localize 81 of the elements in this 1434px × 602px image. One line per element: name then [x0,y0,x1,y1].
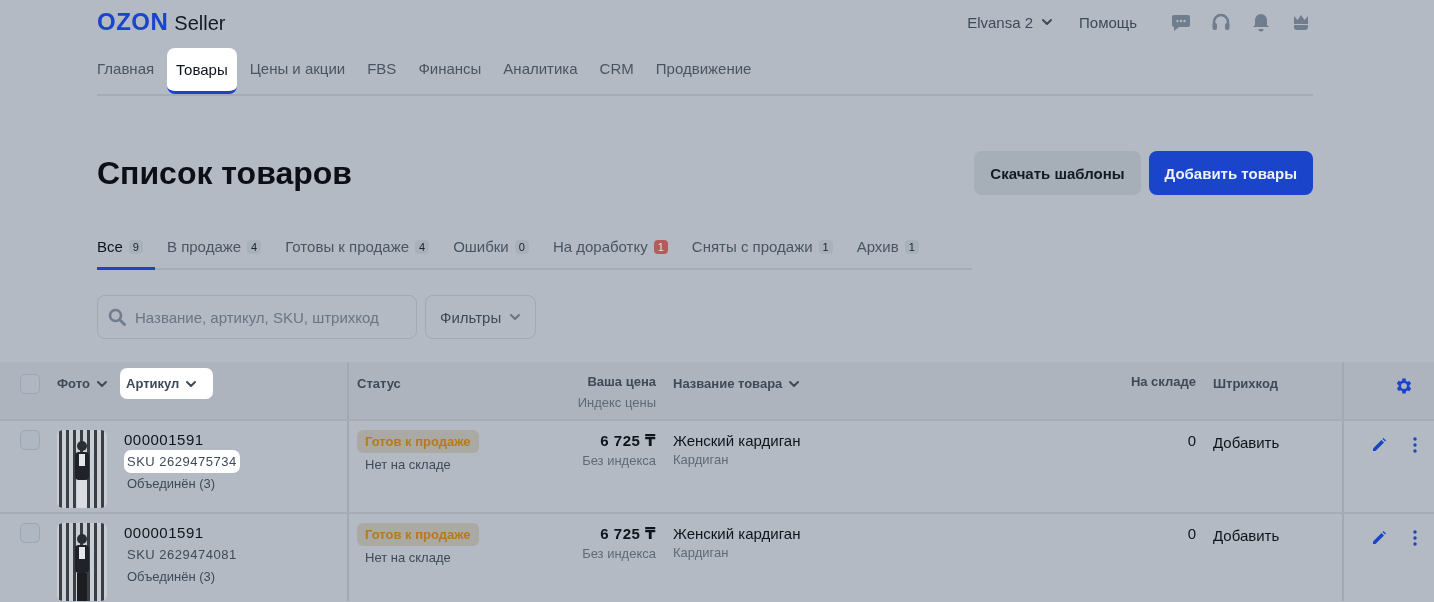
sku-text: SKU 2629475734 [124,450,240,473]
download-templates-button[interactable]: Скачать шаблоны [974,151,1141,195]
nav-tab[interactable]: Цены и акции [240,48,355,92]
nav-tab[interactable]: Товары [167,48,237,94]
stock-count: 0 [1187,525,1196,542]
help-link[interactable]: Помощь [1079,13,1137,31]
checkbox[interactable] [20,430,40,450]
status-tab[interactable]: Архив 1 [844,226,931,270]
add-barcode-link[interactable]: Добавить [1213,434,1280,451]
page-title: Список товаров [97,154,352,192]
status-badge: Готов к продаже [357,430,479,453]
checkbox[interactable] [20,523,40,543]
column-header[interactable]: Название товара [673,376,801,391]
pencil-icon[interactable] [1371,530,1387,546]
nav-tab[interactable]: Аналитика [494,48,587,92]
add-barcode-link[interactable]: Добавить [1213,527,1280,544]
stock-note: Нет на складе [364,550,452,565]
more-icon[interactable] [1413,530,1417,546]
column-header[interactable]: Артикул [120,368,214,399]
column-header: Статус [357,376,401,391]
status-tab[interactable]: Ошибки 0 [441,226,541,270]
chevron-down-icon [1041,16,1054,28]
pencil-icon[interactable] [1371,437,1387,453]
status-badge: Готов к продаже [357,523,479,546]
count-badge: 4 [247,239,262,254]
merged-link[interactable]: Объединён (3) [124,569,347,584]
tab-label: На доработку [552,238,648,255]
nav-tab[interactable]: CRM [590,48,643,92]
status-tab[interactable]: Сняты с продажи 1 [679,226,845,270]
column-header: Штрихкод [1213,376,1278,391]
sku-text: SKU 2629474081 [126,546,238,564]
tab-label: Сняты с продажи [691,238,813,255]
tab-label: В продаже [167,238,242,255]
logo-suffix: Seller [174,12,226,35]
price-index: Без индекса [582,546,656,561]
article-number: 000001591 [124,431,205,448]
product-name[interactable]: Женский кардиган [673,525,1130,542]
column-header[interactable]: Фото [57,376,108,391]
product-name[interactable]: Женский кардиган [673,432,1130,449]
status-tab[interactable]: Готовы к продаже 4 [273,226,442,270]
count-badge: 0 [514,239,529,254]
nav-tab[interactable]: Главная [97,48,164,92]
add-products-button[interactable]: Добавить товары [1148,151,1313,195]
column-subheader: Индекс цены [577,395,656,410]
chat-icon[interactable] [1171,12,1191,32]
count-badge: 4 [415,239,430,254]
headset-icon[interactable] [1211,12,1231,32]
price-text: 6 725 ₸ [600,432,656,450]
status-tab[interactable]: На доработку 1 [540,226,680,270]
product-category: Кардиган [673,452,730,467]
search-field[interactable]: Название, артикул, SKU, штрихкод [97,295,417,339]
logo-brand[interactable]: OZON [97,8,169,36]
chevron-down-icon [509,311,522,323]
tab-label: Готовы к продаже [285,238,409,255]
status-tab[interactable]: В продаже 4 [155,226,274,270]
search-icon [107,307,127,327]
price-index: Без индекса [582,453,656,468]
article-number: 000001591 [124,524,205,541]
bell-icon[interactable] [1251,12,1271,32]
nav-tab[interactable]: FBS [358,48,406,92]
count-badge: 1 [653,239,668,254]
count-badge: 1 [818,239,833,254]
more-icon[interactable] [1413,437,1417,453]
status-tab[interactable]: Все 9 [97,226,155,270]
stock-count: 0 [1187,432,1196,449]
nav-tab[interactable]: Финансы [409,48,491,92]
nav-tab[interactable]: Продвижение [646,48,761,92]
merged-link[interactable]: Объединён (3) [124,476,347,491]
product-category: Кардиган [673,545,730,560]
stock-note: Нет на складе [364,457,452,472]
tab-label: Архив [856,238,899,255]
count-badge: 1 [904,239,919,254]
column-header: Ваша цена [587,374,656,389]
filters-button[interactable]: Фильтры [425,295,537,339]
tab-label: Все [97,238,123,255]
column-header: На складе [1130,374,1196,389]
account-menu[interactable]: Elvansa 2 [967,13,1054,31]
settings-icon[interactable] [1394,376,1414,396]
tab-label: Ошибки [453,238,509,255]
count-badge: 9 [128,239,143,254]
price-text: 6 725 ₸ [600,525,656,543]
